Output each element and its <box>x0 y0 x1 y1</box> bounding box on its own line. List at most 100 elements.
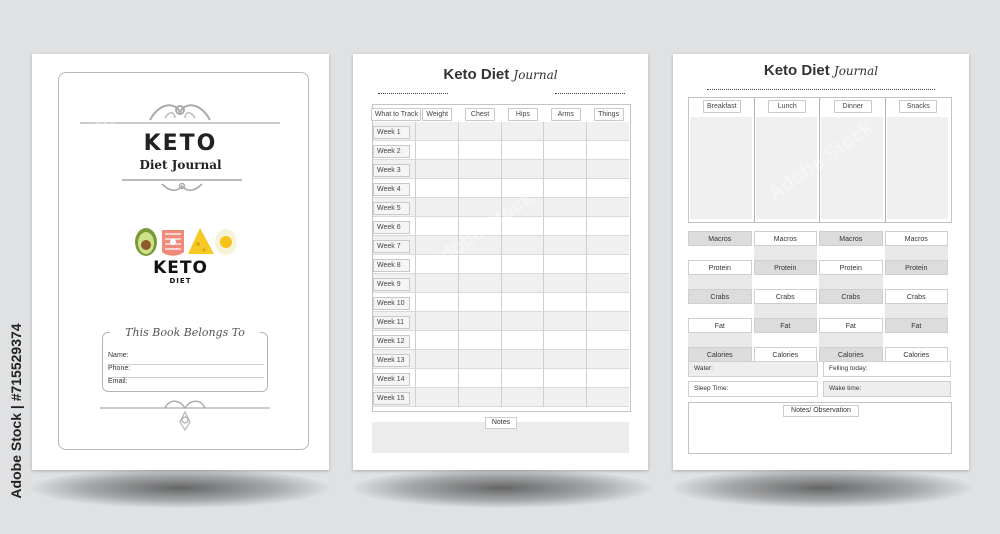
macro-label: Calories <box>884 347 948 362</box>
column-divider <box>884 98 886 222</box>
tracker-page: Keto Diet Journal Notes What to Track Wei… <box>353 54 648 470</box>
week-label: Week 14 <box>373 373 410 386</box>
page-shadow <box>30 468 330 508</box>
macro-value-cell[interactable] <box>753 304 817 318</box>
observation-label: Notes/ Observation <box>783 405 859 417</box>
column-header: Arms <box>550 108 581 121</box>
meal-column[interactable] <box>886 117 948 219</box>
daily-title: Keto Diet Journal <box>673 62 969 79</box>
ornament-middle-icon <box>122 179 242 192</box>
sleep-time-field[interactable]: Sleep Time: <box>688 381 818 397</box>
tracker-title-script: Journal <box>513 68 558 82</box>
macro-value-cell[interactable] <box>753 333 817 347</box>
wake-time-field[interactable]: Wake time: <box>823 381 951 397</box>
week-label: Week 12 <box>373 335 410 348</box>
macro-label: Protein <box>753 260 817 275</box>
macro-value-cell[interactable] <box>884 333 948 347</box>
ornament-bottom-icon <box>100 400 270 432</box>
week-label: Week 9 <box>373 278 410 291</box>
macro-label: Calories <box>753 347 817 362</box>
column-header: Things <box>593 108 624 121</box>
week-label: Week 7 <box>373 240 410 253</box>
meal-header: Dinner <box>833 100 872 113</box>
macro-value-cell[interactable] <box>688 304 752 318</box>
page-shadow <box>672 468 972 508</box>
column-header: Chest <box>465 108 496 121</box>
meal-header: Lunch <box>768 100 807 113</box>
macro-value-cell[interactable] <box>884 246 948 260</box>
macro-value-cell[interactable] <box>819 333 883 347</box>
cover-title: KETO <box>143 131 218 156</box>
page-shadow <box>352 468 652 508</box>
week-label: Week 3 <box>373 164 410 177</box>
macro-label: Fat <box>884 318 948 333</box>
week-label: Week 15 <box>373 392 410 405</box>
macro-value-cell[interactable] <box>819 246 883 260</box>
meal-header: Snacks <box>899 100 938 113</box>
macro-label: Protein <box>884 260 948 275</box>
macro-label: Macros <box>884 231 948 246</box>
tracker-title-main: Keto Diet <box>443 66 510 83</box>
water-field[interactable]: Water: <box>688 361 818 377</box>
macro-label: Calories <box>688 347 752 362</box>
macro-value-cell[interactable] <box>753 246 817 260</box>
meal-header: Breakfast <box>702 100 741 113</box>
ornament-top-icon <box>80 104 280 124</box>
name-field[interactable]: Name: <box>108 352 264 365</box>
macro-label: Protein <box>688 260 752 275</box>
macro-value-cell[interactable] <box>688 275 752 289</box>
macro-label: Macros <box>688 231 752 246</box>
owner-info-title: This Book Belongs To <box>110 326 260 339</box>
macro-value-cell[interactable] <box>753 275 817 289</box>
column-divider <box>414 122 416 407</box>
macro-value-cell[interactable] <box>688 333 752 347</box>
stock-id-label: Adobe Stock | #715529374 <box>8 323 24 499</box>
feeling-field[interactable]: Felling today: <box>823 361 951 377</box>
daily-page: Keto Diet Journal Water: Felling today: … <box>673 54 969 470</box>
macro-label: Calories <box>819 347 883 362</box>
macro-label: Crabs <box>819 289 883 304</box>
week-label: Week 1 <box>373 126 410 139</box>
keto-food-icon <box>135 228 237 256</box>
macro-label: Protein <box>819 260 883 275</box>
cover-subtitle: Diet Journal <box>139 158 222 172</box>
macro-label: Fat <box>688 318 752 333</box>
column-header: What to Track <box>371 108 422 121</box>
column-header: Weight <box>422 108 453 121</box>
macro-value-cell[interactable] <box>819 275 883 289</box>
column-divider <box>457 122 459 407</box>
tracker-title: Keto Diet Journal <box>353 66 648 83</box>
macro-value-cell[interactable] <box>884 275 948 289</box>
macro-label: Macros <box>753 231 817 246</box>
macro-label: Crabs <box>688 289 752 304</box>
meal-column[interactable] <box>690 117 752 219</box>
phone-field[interactable]: Phone: <box>108 365 264 378</box>
week-label: Week 5 <box>373 202 410 215</box>
macro-label: Fat <box>819 318 883 333</box>
column-divider <box>586 122 588 407</box>
week-label: Week 11 <box>373 316 410 329</box>
tracker-notes-label: Notes <box>485 417 517 429</box>
meal-column[interactable] <box>755 117 817 219</box>
logo-word: KETO <box>153 258 208 278</box>
macro-value-cell[interactable] <box>819 304 883 318</box>
macro-value-cell[interactable] <box>884 304 948 318</box>
macro-label: Fat <box>753 318 817 333</box>
macro-label: Crabs <box>753 289 817 304</box>
daily-title-script: Journal <box>833 64 879 78</box>
email-field[interactable]: Email: <box>108 378 264 390</box>
week-label: Week 10 <box>373 297 410 310</box>
title-rule <box>707 89 935 90</box>
week-label: Week 6 <box>373 221 410 234</box>
column-divider <box>500 122 502 407</box>
week-label: Week 8 <box>373 259 410 272</box>
title-rule <box>378 93 448 94</box>
week-label: Week 2 <box>373 145 410 158</box>
week-label: Week 4 <box>373 183 410 196</box>
macro-label: Macros <box>819 231 883 246</box>
column-divider <box>753 98 755 222</box>
cover-page: KETO Diet Journal KETO DIET This Book Be… <box>32 54 329 470</box>
macro-value-cell[interactable] <box>688 246 752 260</box>
meal-column[interactable] <box>821 117 883 219</box>
column-divider <box>543 122 545 407</box>
